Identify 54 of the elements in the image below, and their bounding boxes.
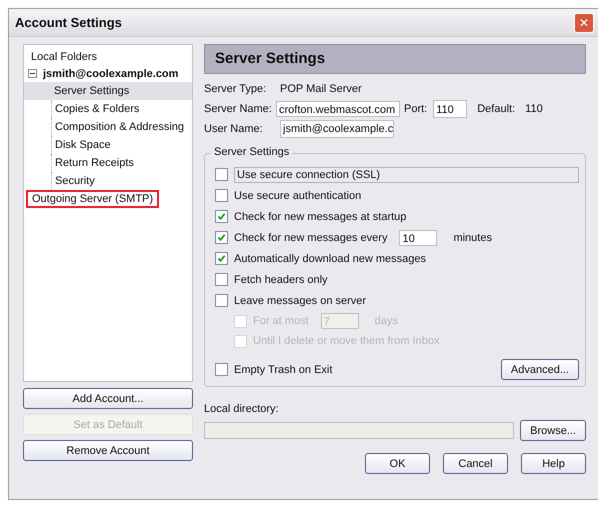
dialog-button[interactable]: Cancel <box>443 453 508 474</box>
option-label: Fetch headers only <box>234 274 328 286</box>
field-label: User Name: <box>204 123 264 135</box>
dialog-button[interactable]: Help <box>521 453 586 474</box>
checkbox[interactable] <box>215 231 228 244</box>
field-label: Port: <box>404 103 428 115</box>
dialog-button[interactable]: OK <box>365 453 430 474</box>
tree-item[interactable]: Return Receipts <box>51 154 192 172</box>
option-label: Check for new messages every <box>234 232 388 244</box>
field-label: Server Name: <box>204 103 273 115</box>
checkbox[interactable] <box>215 252 228 265</box>
advanced-button[interactable]: Advanced... <box>500 359 579 380</box>
tree-toggle-icon[interactable] <box>28 69 37 78</box>
account-button[interactable]: Remove Account <box>23 440 193 461</box>
browse-button[interactable]: Browse... <box>520 420 586 441</box>
tree-item[interactable]: Server Settings <box>24 82 192 100</box>
option-label: Leave messages on server <box>234 294 366 306</box>
field-label: Server Type: <box>204 83 268 95</box>
option-label: Until I delete or move them from Inbox <box>253 335 440 347</box>
option-label: Use secure authentication <box>234 190 362 202</box>
checkbox[interactable] <box>215 273 228 286</box>
user-name-field[interactable]: jsmith@coolexample.c <box>280 120 394 138</box>
local-directory-field[interactable] <box>204 422 514 439</box>
window-title: Account Settings <box>15 15 122 30</box>
close-button[interactable]: ✕ <box>574 12 594 32</box>
port-field[interactable]: 110 <box>433 100 468 118</box>
unit-label: days <box>374 315 398 327</box>
option-label: Empty Trash on Exit <box>234 364 332 376</box>
option-label: Check for new messages at startup <box>234 210 406 222</box>
option-label: Automatically download new messages <box>234 252 426 264</box>
checkbox[interactable] <box>215 189 228 202</box>
group-title: Server Settings <box>211 146 292 158</box>
field-label: Default: <box>477 103 516 115</box>
unit-label: minutes <box>453 232 492 244</box>
tree-item[interactable]: Local Folders <box>28 50 100 64</box>
checkbox[interactable] <box>215 294 228 307</box>
checkbox[interactable] <box>215 168 228 181</box>
tree-item[interactable]: Copies & Folders <box>51 100 192 118</box>
checkbox[interactable] <box>215 363 228 376</box>
field-label: Local directory: <box>204 403 280 415</box>
tree-item[interactable]: Security <box>51 172 192 190</box>
default-port-value: 110 <box>525 103 543 115</box>
checkbox[interactable] <box>215 210 228 223</box>
option-label: Use secure connection (SSL) <box>234 166 579 182</box>
panel-header: Server Settings <box>204 44 586 74</box>
option-label: For at most <box>253 315 309 327</box>
server-type-value: POP Mail Server <box>280 83 362 95</box>
tree-item[interactable]: Composition & Addressing <box>51 118 192 136</box>
tree-item[interactable]: jsmith@coolexample.com <box>40 66 182 80</box>
account-button[interactable]: Add Account... <box>23 388 193 409</box>
tree-item[interactable]: Outgoing Server (SMTP) <box>26 190 160 208</box>
server-name-field[interactable]: crofton.webmascot.com <box>276 101 400 117</box>
interval-field[interactable]: 10 <box>399 230 438 246</box>
tree-item[interactable]: Disk Space <box>51 136 192 154</box>
